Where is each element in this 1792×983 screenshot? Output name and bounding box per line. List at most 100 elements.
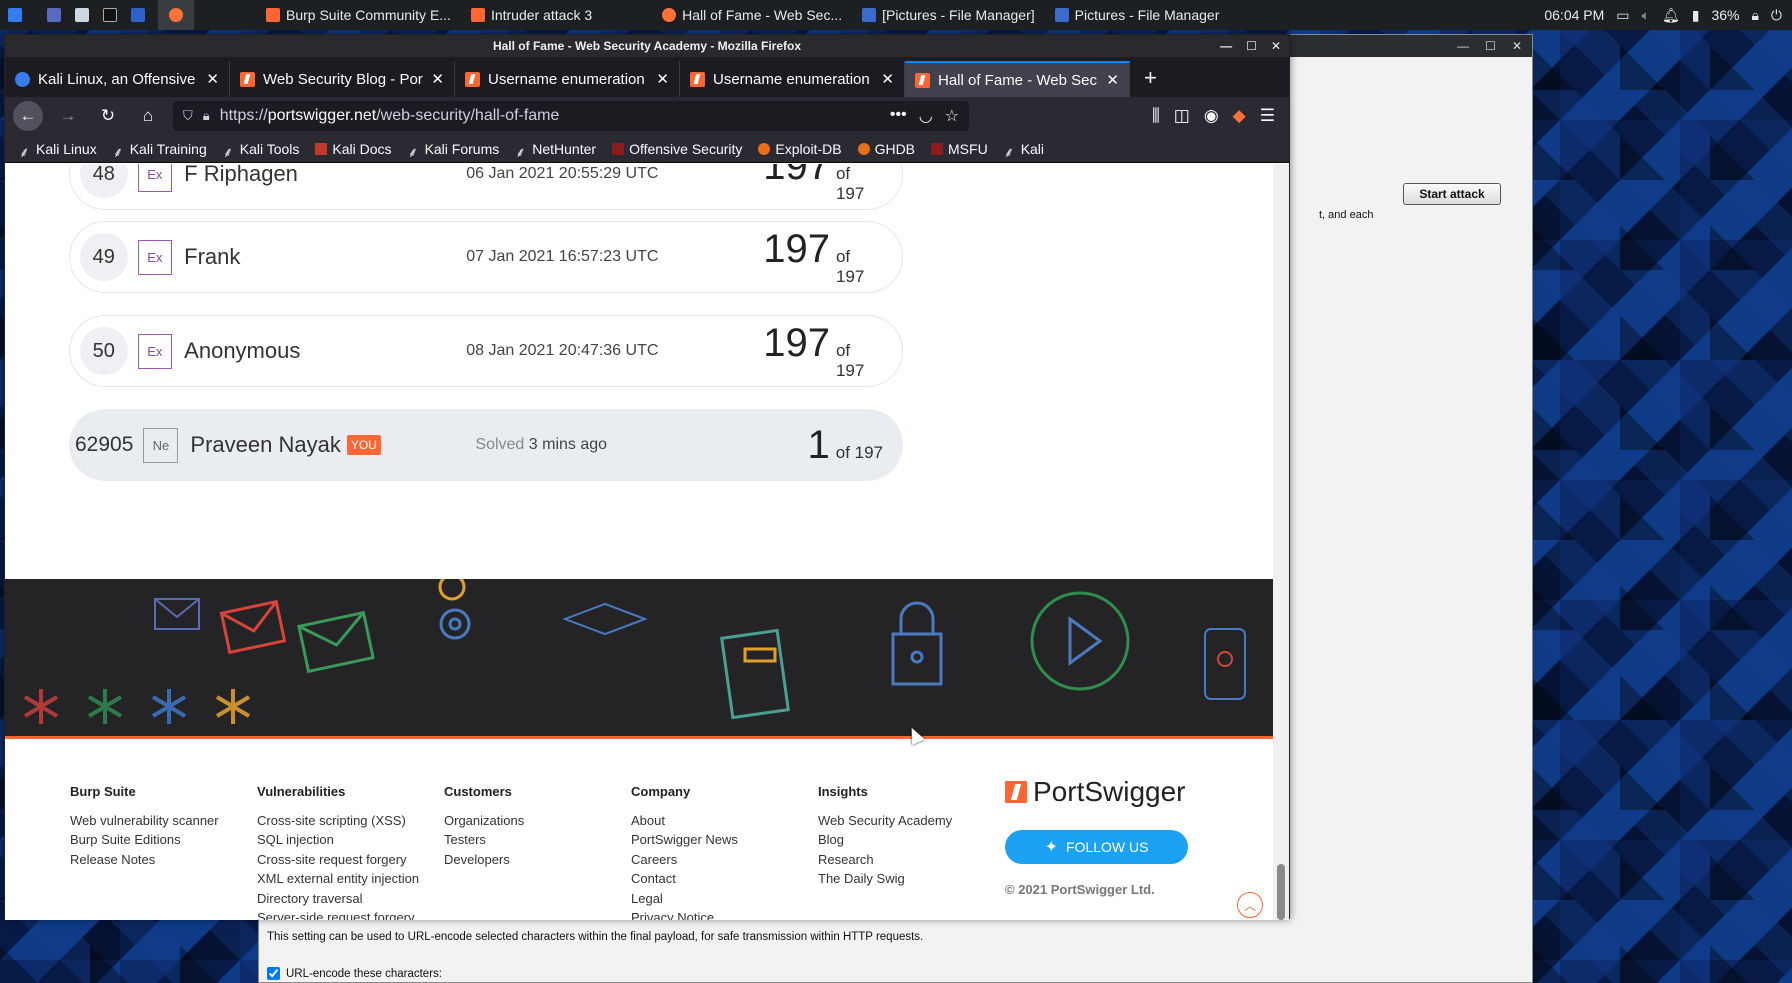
url-text[interactable]: https://portswigger.net/web-security/hal… — [220, 107, 560, 125]
footer-link[interactable]: Burp Suite Editions — [70, 830, 219, 850]
power-icon[interactable]: ⏻ — [1771, 7, 1782, 24]
battery-icon[interactable]: ▮ — [1692, 7, 1700, 24]
minimize-icon[interactable]: — — [1457, 39, 1469, 53]
tab-username-enumeration-1[interactable]: Username enumeration v ✕ — [455, 61, 680, 97]
terminal-launcher[interactable] — [96, 0, 124, 30]
lock-icon[interactable]: 🔒︎ — [203, 108, 210, 124]
clock[interactable]: 06:04 PM — [1544, 7, 1604, 23]
footer-link[interactable]: The Daily Swig — [818, 869, 952, 889]
footer-link[interactable]: Developers — [444, 850, 524, 870]
tab-hall-of-fame[interactable]: Hall of Fame - Web Secu ✕ — [905, 61, 1130, 97]
close-tab-icon[interactable]: ✕ — [206, 70, 219, 88]
bookmark-nethunter[interactable]: ⸙ NetHunter — [515, 141, 596, 160]
tab-kali-linux[interactable]: Kali Linux, an Offensive Secu✕ — [5, 61, 230, 97]
footer-link[interactable]: Contact — [631, 869, 738, 889]
portswigger-logo[interactable]: PortSwigger — [1005, 776, 1186, 808]
footer-link[interactable]: Cross-site scripting (XSS) — [257, 811, 419, 831]
page-actions-icon[interactable]: ••• — [890, 106, 907, 126]
footer-link[interactable]: Directory traversal — [257, 889, 419, 909]
file-manager-launcher[interactable] — [68, 0, 96, 30]
footer-link[interactable]: Cross-site request forgery — [257, 850, 419, 870]
bookmark-msfu[interactable]: MSFU — [931, 141, 988, 157]
hamburger-menu-icon[interactable]: ☰ — [1260, 106, 1275, 126]
account-icon[interactable]: ◉ — [1204, 106, 1219, 126]
display-icon[interactable]: ▭ — [1616, 7, 1629, 24]
bookmark-kali-docs[interactable]: Kali Docs — [315, 141, 392, 157]
firefox-launcher[interactable] — [158, 0, 194, 30]
close-tab-icon[interactable]: ✕ — [1106, 71, 1119, 89]
footer-link[interactable]: XML external entity injection — [257, 869, 419, 889]
back-button[interactable]: ← — [13, 101, 43, 131]
back-to-top-button[interactable]: ︿ — [1237, 892, 1263, 918]
bookmark-kali[interactable]: ⸙ Kali — [1004, 141, 1044, 160]
footer-link[interactable]: PortSwigger News — [631, 830, 738, 850]
library-icon[interactable]: ⫼ — [1152, 106, 1160, 126]
footer-link[interactable]: Web Security Academy — [818, 811, 952, 831]
urlencode-checkbox[interactable] — [267, 967, 280, 980]
maximize-icon[interactable]: ☐ — [1485, 39, 1496, 53]
volume-icon[interactable]: 🔈︎ — [1642, 7, 1650, 24]
bookmark-offensive-security[interactable]: Offensive Security — [612, 141, 742, 157]
bookmark-ghdb[interactable]: GHDB — [857, 141, 915, 157]
gear-icon — [438, 579, 466, 601]
screenshot-launcher[interactable] — [124, 0, 152, 30]
forward-button[interactable]: → — [53, 101, 83, 131]
extension-icon[interactable]: ◆ — [1233, 106, 1246, 126]
footer-link[interactable]: About — [631, 811, 738, 831]
bookmark-kali-linux[interactable]: ⸙ Kali Linux — [19, 141, 97, 160]
minimize-icon[interactable]: — — [1220, 39, 1232, 53]
shield-icon[interactable]: ⛉ — [183, 108, 193, 124]
show-desktop-button[interactable] — [40, 0, 68, 30]
nethunter-icon: ⸙ — [515, 143, 526, 160]
close-tab-icon[interactable]: ✕ — [431, 70, 444, 88]
close-tab-icon[interactable]: ✕ — [881, 70, 894, 88]
bookmark-kali-forums[interactable]: ⸙ Kali Forums — [408, 141, 500, 160]
offsec-icon — [612, 142, 625, 155]
taskbar-window-firefox[interactable]: Hall of Fame - Web Sec... — [652, 0, 852, 30]
page-scrollbar[interactable] — [1273, 164, 1289, 920]
footer-link[interactable]: Blog — [818, 830, 952, 850]
bookmark-star-icon[interactable]: ☆ — [945, 106, 959, 126]
footer-link[interactable]: Web vulnerability scanner — [70, 811, 219, 831]
taskbar-window-burp[interactable]: Burp Suite Community E... — [256, 0, 461, 30]
footer-link[interactable]: Testers — [444, 830, 524, 850]
pocket-icon[interactable]: ◡ — [919, 106, 933, 126]
close-tab-icon[interactable]: ✕ — [656, 70, 669, 88]
url-bar[interactable]: ⛉ 🔒︎ https://portswigger.net/web-securit… — [173, 101, 969, 131]
new-tab-button[interactable]: + — [1130, 65, 1171, 97]
kali-menu-button[interactable] — [0, 0, 30, 30]
tab-web-security-blog[interactable]: Web Security Blog - Port ✕ — [230, 61, 455, 97]
folder-icon — [862, 8, 877, 22]
portswigger-icon — [690, 71, 705, 87]
home-button[interactable]: ⌂ — [133, 101, 163, 131]
completion-date: 08 Jan 2021 20:47:36 UTC — [466, 342, 659, 359]
footer-link[interactable]: Legal — [631, 889, 738, 909]
footer-link[interactable]: Release Notes — [70, 850, 219, 870]
lock-icon[interactable]: 🔒︎ — [1751, 7, 1758, 24]
sidebar-icon[interactable]: ◫ — [1174, 106, 1190, 126]
bookmark-kali-tools[interactable]: ⸙ Kali Tools — [223, 141, 300, 160]
footer-link[interactable]: SQL injection — [257, 830, 419, 850]
notification-bell-icon[interactable]: 🔔︎ — [1662, 7, 1680, 24]
taskbar-window-file-manager-1[interactable]: [Pictures - File Manager] — [852, 0, 1045, 30]
taskbar-window-file-manager-2[interactable]: Pictures - File Manager — [1045, 0, 1230, 30]
footer-link[interactable]: Organizations — [444, 811, 524, 831]
close-icon[interactable]: ✕ — [1271, 39, 1281, 53]
twitter-follow-button[interactable]: ✦ FOLLOW US — [1005, 830, 1188, 864]
folder-icon — [75, 8, 89, 22]
start-attack-button[interactable]: Start attack — [1403, 183, 1501, 205]
footer-link[interactable]: Careers — [631, 850, 738, 870]
tab-username-enumeration-2[interactable]: Username enumeration v ✕ — [680, 61, 905, 97]
phone-icon — [1204, 628, 1246, 700]
bookmark-exploit-db[interactable]: Exploit-DB — [758, 141, 842, 157]
taskbar-window-intruder[interactable]: Intruder attack 3 — [461, 0, 602, 30]
footer-link[interactable]: Privacy Notice — [631, 908, 738, 920]
scrollbar-thumb[interactable] — [1277, 864, 1285, 920]
bookmark-kali-training[interactable]: ⸙ Kali Training — [113, 141, 207, 160]
reload-button[interactable]: ↻ — [93, 101, 123, 131]
footer-link[interactable]: Server-side request forgery — [257, 908, 419, 920]
maximize-icon[interactable]: ☐ — [1246, 39, 1257, 53]
close-icon[interactable]: ✕ — [1512, 39, 1522, 53]
kali-icon — [8, 8, 22, 22]
footer-link[interactable]: Research — [818, 850, 952, 870]
